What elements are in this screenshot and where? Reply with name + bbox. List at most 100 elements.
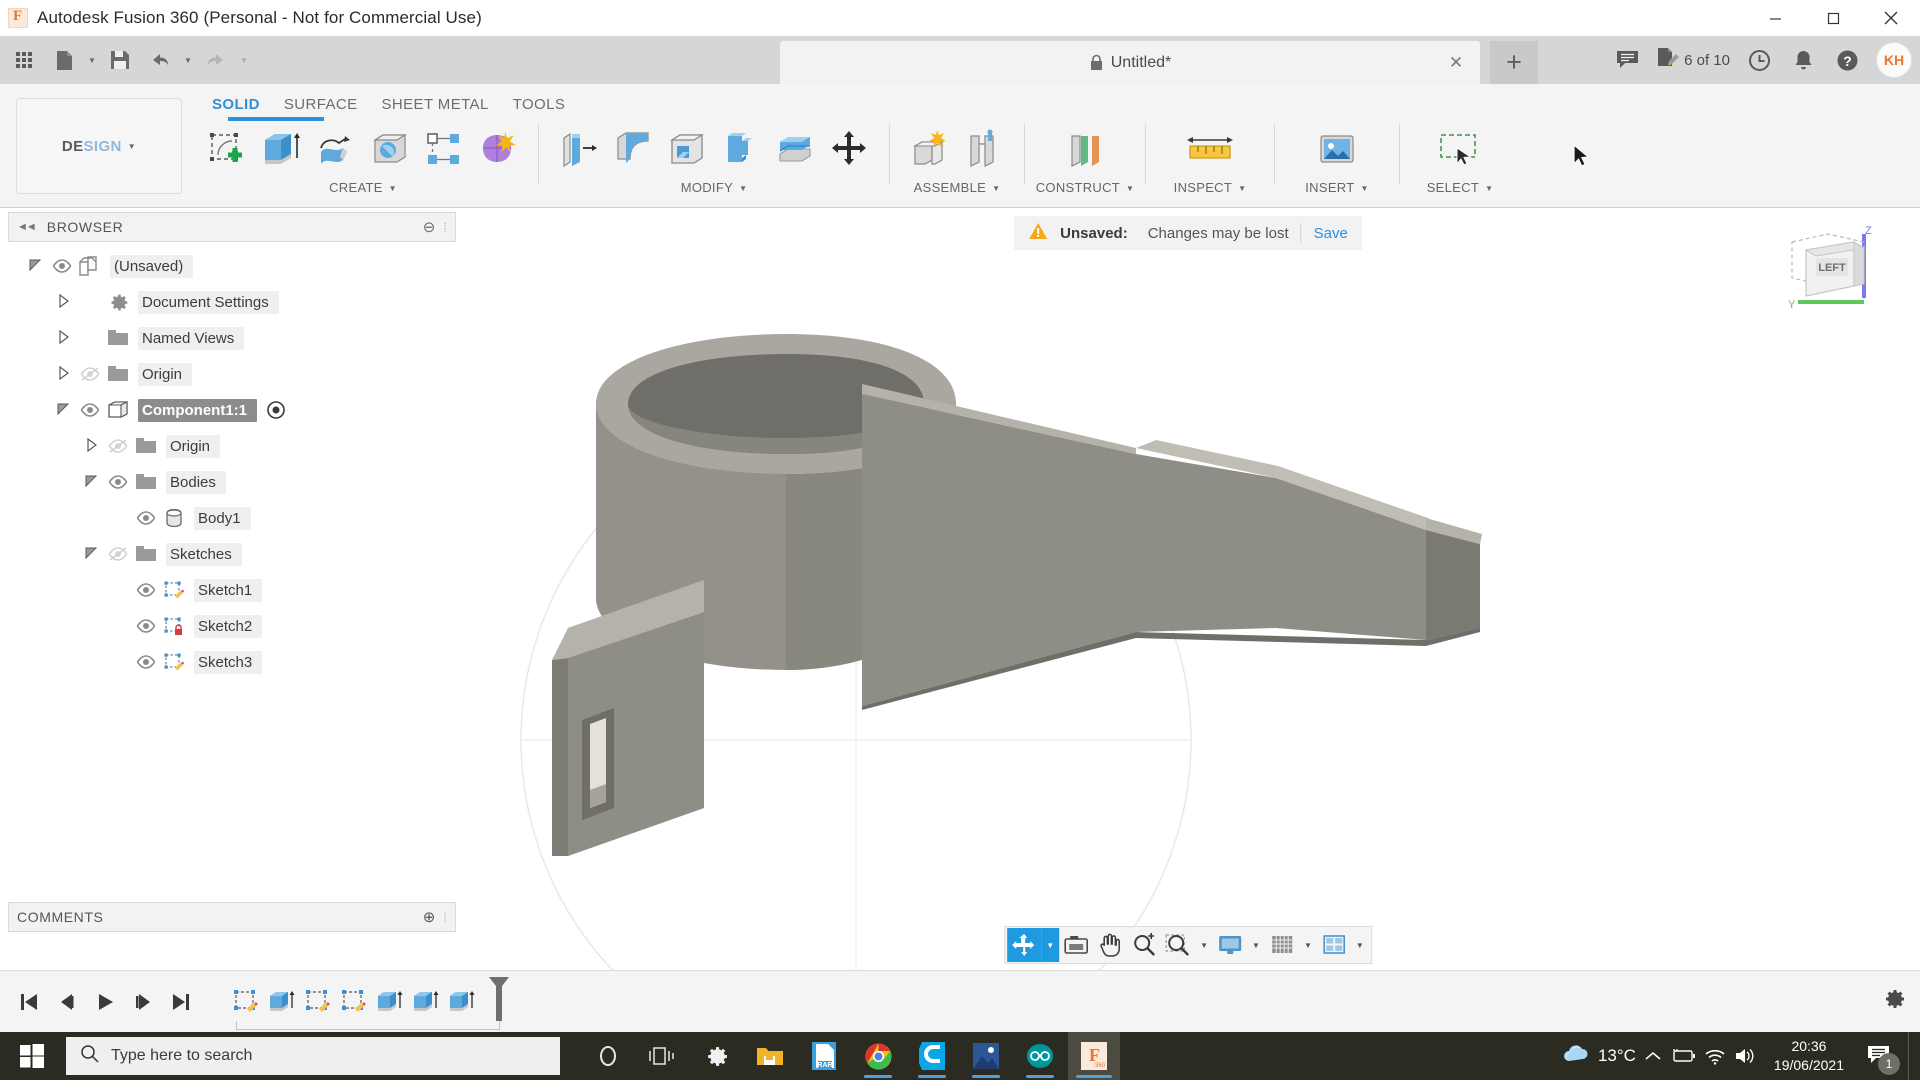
visibility-eye-icon[interactable] [132,583,160,597]
settings-icon[interactable] [690,1032,742,1080]
browser-tree-item-named-views[interactable]: Named Views [8,320,456,356]
notification-icon[interactable]: 1 [1862,1039,1900,1075]
expand-triangle-down-icon[interactable] [78,474,104,491]
tab-solid[interactable]: SOLID [200,92,272,118]
step-back-button[interactable] [48,983,86,1021]
new-tab-button[interactable]: + [1490,41,1538,84]
add-comment-icon[interactable]: ⊕ [423,908,436,926]
play-button[interactable] [86,983,124,1021]
ribbon-group-label-create[interactable]: CREATE ▼ [329,180,397,200]
zoom-window-caret-icon[interactable]: ▼ [1195,928,1213,962]
model-3d-view[interactable] [456,208,1920,970]
browser-tree-item-sketch2[interactable]: Sketch2 [8,608,456,644]
windows-start-icon[interactable] [0,1032,64,1080]
display-settings-button[interactable] [1213,928,1247,962]
app-grid-icon[interactable] [4,40,44,80]
ribbon-group-label-construct[interactable]: CONSTRUCT ▼ [1036,180,1135,200]
document-tab[interactable]: Untitled* ✕ [780,41,1480,84]
ribbon-group-label-select[interactable]: SELECT ▼ [1427,180,1494,200]
weather-widget[interactable]: 13°C [1562,1044,1636,1069]
file-explorer-icon[interactable] [744,1032,796,1080]
combine-icon[interactable] [715,123,767,175]
grip-icon[interactable]: ⁞ [443,220,447,235]
browser-tree-item-component1-1[interactable]: Component1:1 [8,392,456,428]
press-pull-icon[interactable] [553,123,605,175]
expand-triangle-right-icon[interactable] [50,293,76,311]
tab-surface[interactable]: SURFACE [272,92,370,118]
browser-tree-item-origin[interactable]: Origin [8,428,456,464]
grid-snaps-button[interactable] [1265,928,1299,962]
redo-icon[interactable] [196,40,236,80]
expand-triangle-right-icon[interactable] [50,365,76,383]
expand-triangle-right-icon[interactable] [50,329,76,347]
photos-icon[interactable] [960,1032,1012,1080]
visibility-eye-icon[interactable] [76,403,104,417]
save-icon[interactable] [100,40,140,80]
create-sketch-icon[interactable] [202,123,254,175]
expand-triangle-down-icon[interactable] [50,402,76,419]
grip-icon[interactable]: ⁞ [443,910,447,925]
jobs-status[interactable]: 6 of 10 [1650,47,1736,74]
redo-caret-icon[interactable]: ▼ [236,40,252,80]
timeline-settings-button[interactable] [1882,987,1906,1016]
winrar-icon[interactable]: RAR [798,1032,850,1080]
maximize-window-button[interactable] [1804,0,1862,36]
orbit-button[interactable] [1007,928,1042,962]
orbit-caret-icon[interactable]: ▼ [1041,928,1060,962]
arduino-icon[interactable] [1014,1032,1066,1080]
expand-triangle-right-icon[interactable] [78,437,104,455]
tab-sheet-metal[interactable]: SHEET METAL [370,92,501,118]
close-tab-button[interactable]: ✕ [1446,53,1466,73]
insert-image-icon[interactable] [1311,123,1363,175]
look-at-button[interactable] [1059,928,1093,962]
timeline-feature-extrude1[interactable] [264,982,300,1022]
timeline-feature-sketch3[interactable] [336,982,372,1022]
select-window-icon[interactable] [1434,123,1486,175]
visibility-eye-off-icon[interactable] [76,367,104,381]
pan-hand-button[interactable] [1093,928,1127,962]
cura-icon[interactable] [906,1032,958,1080]
show-desktop-button[interactable] [1908,1032,1914,1080]
ribbon-group-label-insert[interactable]: INSERT ▼ [1305,180,1368,200]
viewports-button[interactable] [1317,928,1351,962]
new-file-icon[interactable] [44,40,84,80]
undo-caret-icon[interactable]: ▼ [180,40,196,80]
fusion360-icon[interactable]: F 360 [1068,1032,1120,1080]
extrude-icon[interactable] [256,123,308,175]
cortana-icon[interactable] [582,1032,634,1080]
measure-icon[interactable] [1184,123,1236,175]
new-component-icon[interactable] [904,123,956,175]
battery-charging-icon[interactable] [1670,1048,1696,1064]
visibility-eye-icon[interactable] [48,259,76,273]
ribbon-group-label-modify[interactable]: MODIFY ▼ [681,180,748,200]
timeline-feature-sketch2[interactable] [300,982,336,1022]
browser-tree-item-sketch3[interactable]: Sketch3 [8,644,456,680]
visibility-eye-off-icon[interactable] [104,439,132,453]
clock-icon[interactable] [1738,39,1780,81]
zoom-button[interactable] [1127,928,1161,962]
wifi-icon[interactable] [1704,1048,1726,1065]
browser-tree-item-bodies[interactable]: Bodies [8,464,456,500]
browser-tree-item-sketches[interactable]: Sketches [8,536,456,572]
tab-tools[interactable]: TOOLS [501,92,578,118]
go-to-end-button[interactable] [162,983,200,1021]
sweep-icon[interactable] [364,123,416,175]
expand-triangle-down-icon[interactable] [22,258,48,275]
search-input[interactable]: Type here to search [66,1037,560,1075]
joint-icon[interactable] [958,123,1010,175]
display-settings-caret-icon[interactable]: ▼ [1247,928,1265,962]
go-to-beginning-button[interactable] [10,983,48,1021]
viewports-caret-icon[interactable]: ▼ [1351,928,1369,962]
visibility-eye-icon[interactable] [104,475,132,489]
browser-tree-item-origin[interactable]: Origin [8,356,456,392]
browser-tree-item-sketch1[interactable]: Sketch1 [8,572,456,608]
viewcube[interactable]: Z Y LEFT [1766,225,1886,336]
timeline-feature-sketch1[interactable] [228,982,264,1022]
collapse-arrows-icon[interactable]: ◄◄ [17,221,37,233]
form-icon[interactable] [472,123,524,175]
fillet-icon[interactable] [607,123,659,175]
comments-panel-header[interactable]: COMMENTS ⊕ ⁞ [8,902,456,932]
ribbon-group-label-inspect[interactable]: INSPECT ▼ [1174,180,1247,200]
visibility-eye-off-icon[interactable] [104,547,132,561]
help-icon[interactable]: ? [1826,39,1868,81]
